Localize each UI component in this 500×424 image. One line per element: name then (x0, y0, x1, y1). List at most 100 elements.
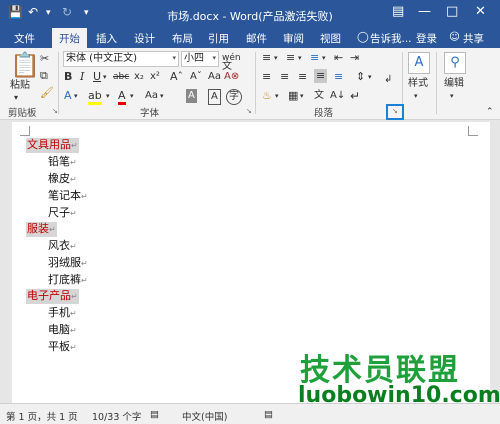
signin-link[interactable]: 登录 (416, 31, 437, 46)
editing-dropdown-icon[interactable]: ▾ (450, 89, 454, 103)
text-effects-icon[interactable]: A (64, 89, 72, 103)
highlight-dropdown-icon[interactable]: ▾ (106, 89, 110, 103)
borders-dropdown-icon[interactable]: ▾ (300, 89, 304, 103)
bullets-dropdown-icon[interactable]: ▾ (274, 51, 278, 65)
line-spacing-icon[interactable]: ⇕ (356, 70, 365, 84)
tab-insert[interactable]: 插入 (96, 31, 117, 46)
read-mode-icon[interactable]: ▤ (264, 409, 273, 420)
list-item: 平板↵ (48, 340, 77, 355)
editing-button[interactable]: 编辑 (444, 77, 464, 91)
highlight-icon[interactable]: ab (88, 89, 102, 105)
multilevel-dropdown-icon[interactable]: ▾ (322, 51, 326, 65)
bullets-icon[interactable]: ≡ (262, 51, 271, 65)
enclose-characters-icon[interactable]: 字 (226, 89, 242, 105)
tab-view[interactable]: 视图 (320, 31, 341, 46)
word-count[interactable]: 10/33 个字 (92, 409, 141, 423)
paragraph-mark: ↵ (70, 326, 77, 335)
grow-font-icon[interactable]: Aˆ (170, 70, 183, 84)
styles-button[interactable]: 样式 (408, 77, 428, 91)
distributed-icon[interactable]: ≡ (334, 70, 343, 84)
paste-dropdown-icon[interactable]: ▾ (14, 91, 18, 105)
subscript-icon[interactable]: x₂ (134, 70, 144, 84)
chinese-layout-icon[interactable]: 文 (314, 89, 324, 103)
tab-mailings[interactable]: 邮件 (246, 31, 267, 46)
show-hide-marks-icon[interactable]: ↵ (350, 89, 360, 103)
underline-icon[interactable]: U (93, 70, 101, 84)
shrink-font-icon[interactable]: Aˇ (190, 70, 202, 84)
font-name-select[interactable]: 宋体 (中文正文) ▾ (63, 51, 179, 67)
underline-dropdown-icon[interactable]: ▾ (103, 70, 107, 84)
shading-icon[interactable]: ♨ (262, 89, 272, 103)
line-text: 电脑 (48, 323, 70, 336)
italic-icon[interactable]: I (80, 70, 84, 84)
proofing-icon[interactable]: ▤ (150, 409, 159, 420)
align-center-icon[interactable]: ≡ (280, 70, 289, 84)
font-size-select[interactable]: 小四 ▾ (181, 51, 219, 67)
tab-file[interactable]: 文件 (14, 31, 35, 46)
cut-icon[interactable]: ✂ (40, 52, 49, 66)
clear-formatting-icon[interactable]: A⊗ (224, 70, 239, 84)
lightbulb-icon: ◯ (357, 31, 369, 43)
justify-icon[interactable]: ≡ (314, 69, 328, 83)
font-color-icon[interactable]: A (118, 89, 126, 105)
copy-icon[interactable]: ⧉ (40, 69, 48, 83)
font-color-dropdown-icon[interactable]: ▾ (130, 89, 134, 103)
align-left-icon[interactable]: ≡ (262, 70, 271, 84)
sort-icon[interactable]: A↓ (330, 89, 345, 103)
increase-indent-icon[interactable]: ⇥ (350, 51, 359, 65)
change-case-icon[interactable]: Aa (208, 70, 221, 84)
change-case-icon-2[interactable]: Aa (145, 89, 158, 103)
format-painter-icon[interactable]: 🖌 (40, 86, 54, 100)
highlight-swatch: ab (88, 89, 102, 105)
paste-icon[interactable]: 📋 (10, 52, 40, 78)
bold-icon[interactable]: B (64, 70, 72, 84)
paragraph-mark: ↵ (70, 343, 77, 352)
character-border-icon[interactable]: A (208, 89, 221, 105)
search-icon[interactable]: ⚲ (444, 52, 466, 74)
numbering-dropdown-icon[interactable]: ▾ (298, 51, 302, 65)
character-shading-icon[interactable]: A (186, 89, 197, 103)
tell-me-box[interactable]: 告诉我... (370, 31, 412, 46)
styles-gallery-icon[interactable]: A (408, 52, 430, 74)
share-button[interactable]: 共享 (463, 31, 484, 46)
font-group-label: 字体 (140, 108, 160, 119)
line-text: 平板 (48, 340, 70, 353)
collapse-ribbon-icon[interactable]: ⌃ (486, 105, 494, 119)
shading-dropdown-icon[interactable]: ▾ (275, 89, 279, 103)
clipboard-launcher-icon[interactable]: ↘ (52, 107, 58, 115)
decrease-indent-icon[interactable]: ⇤ (334, 51, 343, 65)
line-text: 手机 (48, 306, 70, 319)
ribbon-display-icon[interactable]: ▤ (392, 4, 404, 19)
tab-review[interactable]: 审阅 (283, 31, 304, 46)
superscript-icon[interactable]: x² (150, 70, 160, 84)
font-launcher-icon[interactable]: ↘ (246, 107, 252, 115)
line-spacing-dropdown-icon[interactable]: ▾ (368, 70, 372, 84)
text-effects-dropdown-icon[interactable]: ▾ (74, 89, 78, 103)
maximize-icon[interactable]: □ (446, 4, 458, 19)
tab-references[interactable]: 引用 (208, 31, 229, 46)
tab-design[interactable]: 设计 (134, 31, 155, 46)
numbering-icon[interactable]: ≡ (286, 51, 295, 65)
paste-button[interactable]: 粘贴 (10, 79, 30, 93)
close-icon[interactable]: ✕ (475, 4, 486, 19)
page-count[interactable]: 第 1 页，共 1 页 (6, 409, 78, 423)
list-item: 羽绒服↵ (48, 256, 88, 271)
line-text: 文具用品 (27, 138, 71, 151)
clipboard-group-label: 剪贴板 (8, 108, 37, 119)
title-bar: 💾 ↶ ▾ ↻ ▾ 市场.docx - Word(产品激活失败) ▤ — □ ✕ (0, 0, 500, 28)
multilevel-list-icon[interactable]: ≡ (310, 51, 319, 65)
borders-icon[interactable]: ▦ (288, 89, 298, 103)
chevron-down-icon: ▾ (212, 54, 216, 62)
language-indicator[interactable]: 中文(中国) (182, 409, 227, 423)
strikethrough-icon[interactable]: abc (113, 70, 129, 84)
tab-home[interactable]: 开始 (52, 28, 87, 48)
minimize-icon[interactable]: — (418, 4, 431, 19)
tab-layout[interactable]: 布局 (172, 31, 193, 46)
styles-dropdown-icon[interactable]: ▾ (414, 89, 418, 103)
align-right-icon[interactable]: ≡ (298, 70, 307, 84)
text-direction-icon[interactable]: ↲ (384, 73, 392, 87)
list-item: 铅笔↵ (48, 155, 77, 170)
case-dropdown-icon[interactable]: ▾ (160, 89, 164, 103)
category-heading: 服装↵ (26, 222, 57, 237)
ribbon-tab-bar: 文件 开始 插入 设计 布局 引用 邮件 审阅 视图 ◯ 告诉我... 登录 ☺… (0, 28, 500, 48)
